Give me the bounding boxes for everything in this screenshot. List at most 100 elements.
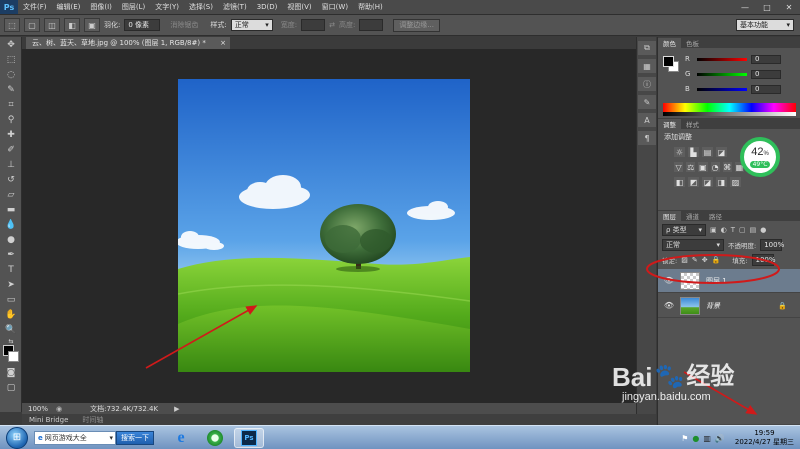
filter-pixel-icon[interactable]: ▣	[710, 226, 717, 234]
play-arrow-icon[interactable]: ▶	[174, 405, 179, 413]
feather-input[interactable]: 0 像素	[124, 19, 161, 31]
search-button[interactable]: 搜索一下	[116, 430, 154, 445]
move-tool-icon[interactable]: ✥	[0, 37, 22, 52]
dodge-tool-icon[interactable]: ●	[0, 232, 22, 247]
background-color-swatch[interactable]	[8, 351, 19, 362]
marquee-tool-icon[interactable]: ⬚	[0, 52, 22, 67]
close-button[interactable]: ✕	[778, 0, 800, 14]
menu-layer[interactable]: 图层(L)	[117, 2, 150, 12]
eyedropper-tool-icon[interactable]: ⚲	[0, 112, 22, 127]
foreground-swatch[interactable]	[663, 56, 674, 67]
lock-all-icon[interactable]: 🔒	[712, 256, 721, 264]
shape-tool-icon[interactable]: ▭	[0, 292, 22, 307]
layer-filter-select[interactable]: ρ 类型 ▾	[662, 224, 706, 236]
black-white-icon[interactable]: ▣	[698, 162, 708, 172]
refine-edge-button[interactable]: 调整边缘...	[393, 18, 440, 32]
curves-icon[interactable]: ▤	[702, 147, 713, 157]
levels-icon[interactable]: ▙	[688, 147, 699, 157]
photoshop-taskbar-icon[interactable]: Ps	[234, 427, 264, 448]
tab-layers[interactable]: 图层	[658, 211, 681, 221]
blur-tool-icon[interactable]: 💧	[0, 217, 22, 232]
height-input[interactable]	[359, 19, 384, 31]
filter-shape-icon[interactable]: ▢	[739, 226, 746, 234]
eraser-tool-icon[interactable]: ▱	[0, 187, 22, 202]
visibility-eye-icon[interactable]: 👁	[662, 276, 676, 285]
menu-edit[interactable]: 编辑(E)	[52, 2, 86, 12]
volume-icon[interactable]: 🔊	[715, 434, 725, 443]
properties-icon[interactable]: ▦	[638, 59, 656, 73]
fill-input[interactable]: 100%	[751, 254, 776, 266]
green-slider[interactable]	[697, 72, 747, 76]
filter-type-icon[interactable]: T	[731, 226, 735, 234]
antialias-checkbox[interactable]: 消除锯齿	[170, 20, 198, 30]
menu-file[interactable]: 文件(F)	[18, 2, 52, 12]
channel-mixer-icon[interactable]: ⌘	[722, 162, 732, 172]
layer-name[interactable]: 图层 1	[706, 276, 727, 286]
add-selection-icon[interactable]: ◫	[44, 18, 60, 32]
menu-select[interactable]: 选择(S)	[184, 2, 218, 12]
filter-toggle-icon[interactable]: ●	[760, 226, 766, 234]
gradient-map-icon[interactable]: ◨	[716, 177, 727, 187]
flag-icon[interactable]: ⚑	[681, 434, 688, 443]
quick-mask-icon[interactable]: ◙	[0, 365, 22, 380]
selective-color-icon[interactable]: ▨	[730, 177, 741, 187]
threshold-icon[interactable]: ◪	[702, 177, 713, 187]
start-button[interactable]: ⊞	[6, 426, 28, 449]
tab-adjustments[interactable]: 调整	[658, 119, 681, 129]
color-spectrum[interactable]	[663, 103, 796, 116]
network-icon[interactable]: ▥	[703, 434, 711, 443]
history-icon[interactable]: ⧉	[638, 41, 656, 55]
color-swatches[interactable]	[0, 345, 21, 365]
vibrance-icon[interactable]: ▽	[674, 162, 684, 172]
swap-colors-icon[interactable]: ⇆	[0, 337, 22, 345]
info-panel-icon[interactable]: ⓘ	[638, 77, 656, 91]
character-panel-icon[interactable]: A	[638, 113, 656, 127]
green-value[interactable]: 0	[751, 69, 781, 79]
opacity-input[interactable]: 100%	[760, 239, 784, 251]
menu-filter[interactable]: 滤镜(T)	[218, 2, 252, 12]
quick-select-tool-icon[interactable]: ✎	[0, 82, 22, 97]
zoom-tool-icon[interactable]: 🔍	[0, 322, 22, 337]
menu-type[interactable]: 文字(Y)	[150, 2, 184, 12]
posterize-icon[interactable]: ◩	[688, 177, 699, 187]
gradient-tool-icon[interactable]: ▬	[0, 202, 22, 217]
menu-3d[interactable]: 3D(D)	[252, 3, 283, 11]
path-select-tool-icon[interactable]: ➤	[0, 277, 22, 292]
browser-360-taskbar-icon[interactable]	[200, 428, 230, 448]
brush-panel-icon[interactable]: ✎	[638, 95, 656, 109]
style-select[interactable]: 正常 ▾	[230, 19, 273, 31]
tab-swatches[interactable]: 色板	[681, 38, 704, 48]
filter-adjust-icon[interactable]: ◐	[721, 226, 727, 234]
crop-tool-icon[interactable]: ⌗	[0, 97, 22, 112]
red-slider[interactable]	[697, 57, 747, 61]
layer-row-background[interactable]: 👁 背景 🔒	[658, 294, 800, 318]
menu-window[interactable]: 窗口(W)	[317, 2, 353, 12]
tab-styles[interactable]: 样式	[681, 119, 704, 129]
lock-transparent-icon[interactable]: ▨	[681, 256, 688, 264]
tab-timeline[interactable]: 时间轴	[79, 415, 106, 425]
menu-image[interactable]: 图像(I)	[85, 2, 117, 12]
document-image[interactable]	[178, 79, 470, 372]
pen-tool-icon[interactable]: ✒	[0, 247, 22, 262]
menu-help[interactable]: 帮助(H)	[353, 2, 388, 12]
screen-mode-icon[interactable]: ▢	[0, 380, 22, 395]
type-tool-icon[interactable]: T	[0, 262, 22, 277]
new-selection-icon[interactable]: ▢	[24, 18, 40, 32]
width-input[interactable]	[301, 19, 326, 31]
taskbar-search-box[interactable]: e 网页游戏大全 ▾	[34, 430, 116, 445]
tab-paths[interactable]: 路径	[704, 211, 727, 221]
brightness-icon[interactable]: ☼	[674, 147, 685, 157]
clone-stamp-tool-icon[interactable]: ⊥	[0, 157, 22, 172]
visibility-eye-icon[interactable]: 👁	[662, 301, 676, 310]
internet-explorer-taskbar-icon[interactable]: e	[166, 428, 196, 448]
marquee-tool-preset-icon[interactable]: ⬚	[4, 18, 20, 32]
intersect-selection-icon[interactable]: ▣	[84, 18, 100, 32]
zoom-level[interactable]: 100%	[28, 405, 48, 413]
security-icon[interactable]: ●	[692, 434, 699, 443]
filter-smart-icon[interactable]: ▤	[750, 226, 757, 234]
info-icon[interactable]: ◉	[56, 405, 62, 413]
tab-mini-bridge[interactable]: Mini Bridge	[26, 416, 71, 424]
clock[interactable]: 19:59 2022/4/27 星期三	[735, 429, 794, 447]
document-tab[interactable]: 云、树、蓝天、草地.jpg @ 100% (图层 1, RGB/8#) * ×	[26, 37, 230, 49]
maximize-button[interactable]: □	[756, 0, 778, 14]
